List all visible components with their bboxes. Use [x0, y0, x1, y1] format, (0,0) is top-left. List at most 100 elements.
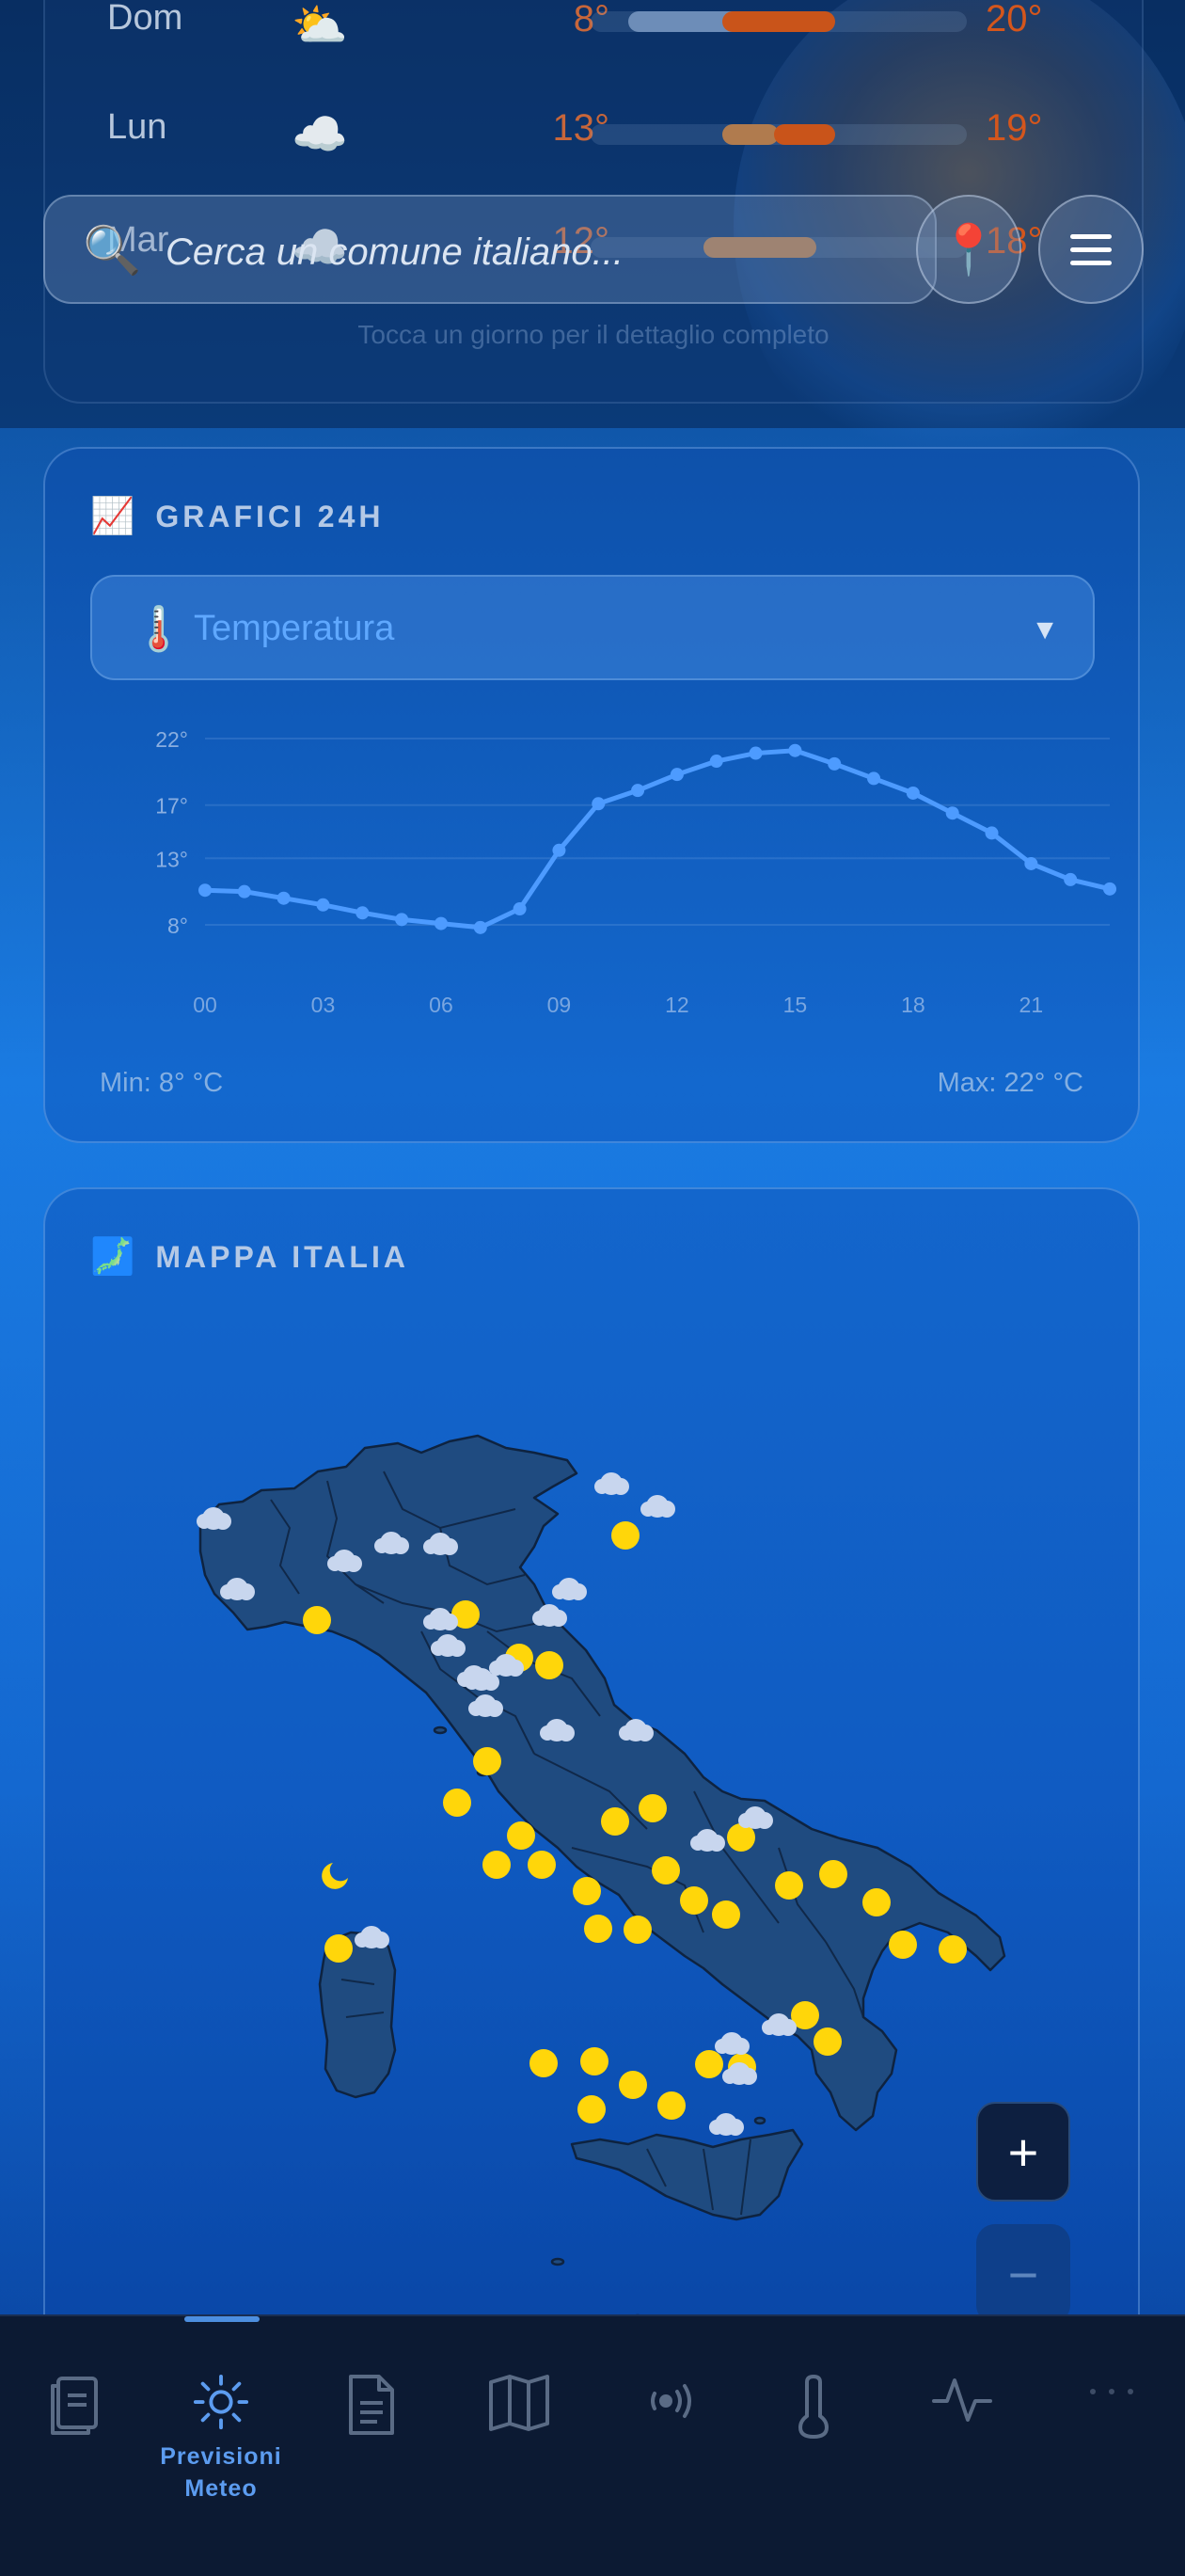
- nav-item-notebook[interactable]: [5, 2316, 146, 2504]
- search-input[interactable]: [164, 223, 901, 281]
- nav-item-radar[interactable]: [605, 2316, 746, 2504]
- sun-marker-icon[interactable]: [889, 1931, 917, 1959]
- moon-marker-icon[interactable]: [322, 1863, 348, 1889]
- x-tick-label: 15: [783, 993, 808, 1017]
- forecast-day-row[interactable]: Lun ☁️ 13° 19°: [45, 107, 1142, 164]
- sun-marker-icon[interactable]: [624, 1916, 652, 1944]
- day-name: Dom: [107, 0, 183, 38]
- sun-marker-icon[interactable]: [775, 1871, 803, 1900]
- sun-marker-icon[interactable]: [584, 1915, 612, 1943]
- temperature-point[interactable]: [592, 797, 606, 811]
- nav-label-line1: Previsioni: [160, 2443, 282, 2470]
- chart-emoji-icon: 📈: [90, 497, 135, 536]
- sun-marker-icon[interactable]: [639, 1794, 667, 1822]
- sun-marker-icon[interactable]: [657, 2091, 686, 2120]
- map-icon: [489, 2375, 549, 2431]
- search-bar[interactable]: 🔍: [43, 195, 937, 304]
- sun-marker-icon[interactable]: [652, 1856, 680, 1884]
- card-title: 📈 GRAFICI 24H: [90, 496, 384, 537]
- sun-marker-icon[interactable]: [443, 1789, 471, 1817]
- sun-marker-icon[interactable]: [577, 2095, 606, 2123]
- temperature-point[interactable]: [198, 883, 212, 898]
- temperature-point[interactable]: [237, 884, 251, 898]
- temperature-point[interactable]: [709, 755, 723, 769]
- sun-icon: [193, 2374, 249, 2430]
- temperature-point[interactable]: [552, 843, 566, 857]
- cloud-marker-icon[interactable]: [709, 2113, 744, 2136]
- sun-marker-icon[interactable]: [529, 2049, 558, 2077]
- sun-marker-icon[interactable]: [482, 1851, 511, 1879]
- sun-marker-icon[interactable]: [712, 1900, 740, 1929]
- sun-marker-icon[interactable]: [601, 1807, 629, 1836]
- temperature-point[interactable]: [276, 891, 291, 905]
- sun-marker-icon[interactable]: [695, 2050, 723, 2078]
- temperature-point[interactable]: [670, 768, 684, 782]
- sun-marker-icon[interactable]: [814, 2027, 842, 2056]
- charts-title: GRAFICI 24H: [155, 499, 385, 533]
- sun-marker-icon[interactable]: [473, 1747, 501, 1775]
- temperature-point[interactable]: [828, 756, 842, 771]
- sun-marker-icon[interactable]: [619, 2071, 647, 2099]
- sun-marker-icon[interactable]: [580, 2047, 608, 2075]
- temperature-point[interactable]: [473, 920, 487, 934]
- nav-item-forecast[interactable]: Previsioni Meteo: [150, 2316, 292, 2504]
- temperature-point[interactable]: [513, 902, 527, 916]
- cloud-marker-icon[interactable]: [640, 1495, 675, 1518]
- sun-marker-icon[interactable]: [507, 1821, 535, 1850]
- zoom-in-button[interactable]: +: [976, 2102, 1070, 2202]
- temp-range-bar: [591, 124, 967, 145]
- temperature-point[interactable]: [356, 906, 370, 920]
- nav-item-thermometer[interactable]: [743, 2316, 884, 2504]
- cloud-marker-icon[interactable]: [552, 1578, 587, 1600]
- sun-marker-icon[interactable]: [303, 1606, 331, 1634]
- bottom-navigation: Previsioni Meteo: [0, 2314, 1185, 2576]
- sun-marker-icon[interactable]: [939, 1935, 967, 1964]
- chart-type-select[interactable]: 🌡️ Temperatura ▼: [90, 575, 1095, 680]
- dropdown-caret-icon: ▼: [1031, 614, 1059, 645]
- temperature-point[interactable]: [788, 743, 802, 757]
- temperature-point[interactable]: [867, 771, 881, 786]
- sun-marker-icon[interactable]: [680, 1886, 708, 1915]
- temp-range-bar: [591, 11, 967, 32]
- menu-button[interactable]: [1038, 195, 1144, 304]
- sun-marker-icon[interactable]: [611, 1521, 640, 1550]
- temperature-point[interactable]: [985, 826, 999, 840]
- nav-item-activity[interactable]: [892, 2316, 1033, 2504]
- temperature-point[interactable]: [1064, 872, 1078, 886]
- temperature-point[interactable]: [434, 916, 448, 930]
- temperature-point[interactable]: [1024, 856, 1038, 870]
- chart-min-label: Min: 8° °C: [100, 1068, 224, 1098]
- sun-marker-icon[interactable]: [535, 1651, 563, 1679]
- cloud-marker-icon[interactable]: [594, 1472, 629, 1495]
- zoom-out-button[interactable]: −: [976, 2224, 1070, 2324]
- sun-marker-icon[interactable]: [819, 1860, 847, 1888]
- y-tick-label: 22°: [155, 727, 188, 752]
- temperature-point[interactable]: [316, 898, 330, 912]
- temperature-point[interactable]: [1103, 882, 1116, 896]
- cloud-icon: ☁️: [292, 110, 348, 160]
- cloud-marker-icon[interactable]: [355, 1926, 389, 1948]
- notebook-icon: [51, 2377, 98, 2435]
- temperature-point[interactable]: [631, 784, 645, 798]
- temperature-point[interactable]: [395, 913, 409, 927]
- x-tick-label: 00: [193, 993, 217, 1017]
- temperature-point[interactable]: [906, 786, 920, 800]
- sun-marker-icon[interactable]: [528, 1851, 556, 1879]
- forecast-day-row[interactable]: Dom ⛅ 8° 20°: [45, 0, 1142, 55]
- cloud-marker-icon[interactable]: [715, 2032, 750, 2055]
- nav-item-more[interactable]: [1041, 2316, 1182, 2504]
- x-tick-label: 21: [1019, 993, 1044, 1017]
- location-button[interactable]: 📍: [916, 195, 1021, 304]
- document-icon: [349, 2375, 394, 2435]
- card-title: 🗾 MAPPA ITALIA: [90, 1236, 409, 1278]
- temperature-line: [204, 748, 1111, 930]
- nav-item-document[interactable]: [301, 2316, 442, 2504]
- sun-marker-icon[interactable]: [862, 1888, 891, 1916]
- sun-marker-icon[interactable]: [573, 1877, 601, 1905]
- temperature-point[interactable]: [945, 806, 959, 820]
- y-tick-label: 8°: [167, 914, 188, 938]
- x-tick-label: 09: [547, 993, 572, 1017]
- temperature-point[interactable]: [749, 746, 763, 760]
- sun-marker-icon[interactable]: [324, 1934, 353, 1963]
- nav-item-map[interactable]: [449, 2316, 590, 2504]
